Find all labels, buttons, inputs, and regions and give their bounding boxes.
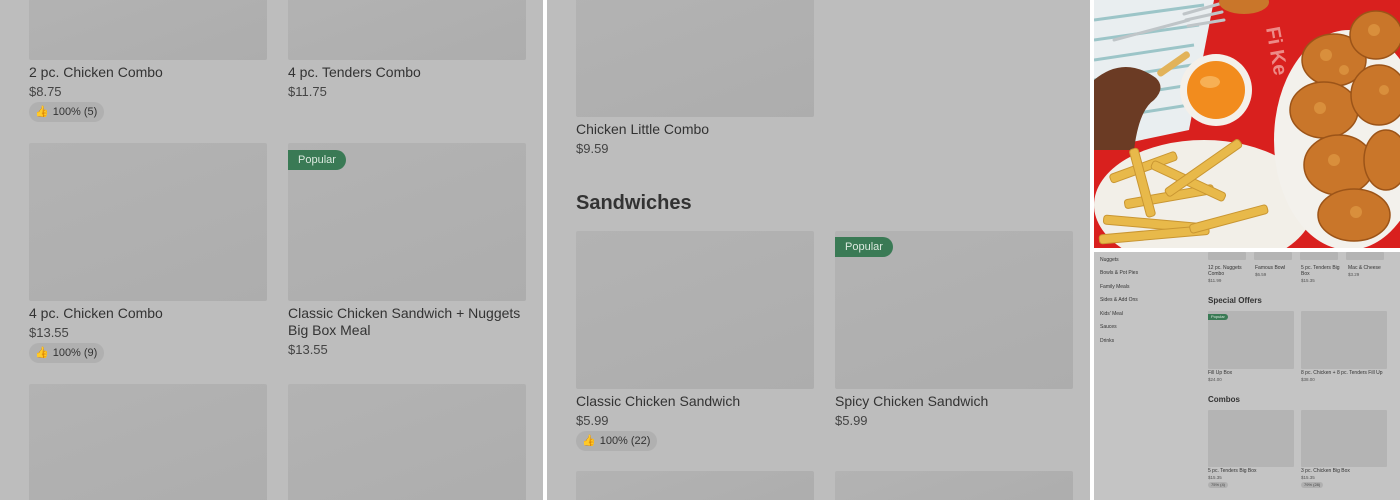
item-price: $13.55 (288, 342, 328, 357)
item-name[interactable]: 3 pc. Chicken Big Box (1301, 468, 1350, 474)
item-image[interactable] (576, 471, 814, 500)
category-link[interactable]: Bowls & Pot Pies (1100, 270, 1138, 276)
item-price: $6.59 (1255, 272, 1267, 277)
item-name[interactable]: Famous Bowl (1255, 265, 1297, 271)
thumbs-up-icon: 👍 (35, 106, 49, 118)
item-name[interactable]: Spicy Chicken Sandwich (835, 393, 988, 410)
rating-badge: 👍 100% (5) (29, 102, 105, 122)
item-image[interactable] (1301, 311, 1387, 369)
item-price: $15.35 (1301, 278, 1315, 283)
item-image[interactable] (29, 384, 267, 500)
item-price: $11.99 (1208, 278, 1222, 283)
item-image[interactable] (576, 231, 814, 389)
item-image[interactable] (29, 0, 267, 60)
item-image[interactable] (1346, 252, 1384, 260)
menu-panel-middle: Chicken Little Combo $9.59 Sandwiches Po… (547, 0, 1090, 500)
rating-badge: 79% (28) (1301, 482, 1324, 488)
popular-badge: Popular (288, 150, 346, 170)
item-image[interactable] (29, 143, 267, 301)
item-name[interactable]: Mac & Cheese (1348, 265, 1392, 271)
mini-menu: Nuggets Bowls & Pot Pies Family Meals Si… (1094, 252, 1400, 500)
section-title-special-offers: Special Offers (1208, 296, 1262, 305)
item-name[interactable]: Fill Up Box (1208, 370, 1232, 376)
item-price: $3.29 (1348, 272, 1360, 277)
rating-badge: 👍 100% (22) (576, 431, 658, 451)
item-name[interactable]: 4 pc. Chicken Combo (29, 305, 163, 322)
food-photo-illustration: Fi Ke (1094, 0, 1400, 248)
item-image[interactable] (288, 384, 526, 500)
item-price: $24.00 (1208, 377, 1222, 382)
item-price: $15.35 (1208, 475, 1222, 480)
item-image[interactable] (835, 471, 1073, 500)
thumbs-up-icon: 👍 (35, 347, 49, 359)
section-title-combos: Combos (1208, 395, 1240, 404)
thumbs-up-icon: 👍 (582, 435, 596, 447)
item-name[interactable]: Classic Chicken Sandwich (576, 393, 740, 410)
store-preview-panel: Fi Ke Nuggets Bowls & Pot Pies Family Me… (1094, 0, 1400, 500)
rating-badge: 👍 100% (9) (29, 343, 105, 363)
category-link[interactable]: Sides & Add Ons (1100, 297, 1138, 303)
item-name[interactable]: Chicken Little Combo (576, 121, 709, 138)
popular-badge: Popular (1208, 314, 1228, 320)
category-link[interactable]: Drinks (1100, 338, 1114, 344)
item-price: $11.75 (288, 84, 327, 99)
category-link[interactable]: Kids' Meal (1100, 311, 1123, 317)
item-price: $5.99 (576, 413, 609, 428)
category-link[interactable]: Nuggets (1100, 257, 1119, 263)
popular-badge: Popular (835, 237, 893, 257)
item-image[interactable] (1254, 252, 1292, 260)
rating-text: 100% (22) (599, 435, 651, 447)
item-price: $38.00 (1301, 377, 1315, 382)
item-name[interactable]: 4 pc. Tenders Combo (288, 64, 421, 81)
rating-badge: 75% (4) (1208, 482, 1229, 488)
item-image[interactable] (288, 0, 526, 60)
item-price: $8.75 (29, 84, 62, 99)
item-image[interactable] (1208, 410, 1294, 467)
food-photo: Fi Ke (1094, 0, 1400, 248)
item-price: $9.59 (576, 141, 609, 156)
item-price: $5.99 (835, 413, 868, 428)
item-name[interactable]: 5 pc. Tenders Big Box (1208, 468, 1257, 474)
item-name[interactable]: 2 pc. Chicken Combo (29, 64, 163, 81)
item-name[interactable]: 8 pc. Chicken + 8 pc. Tenders Fill Up (1301, 370, 1382, 376)
item-price: $13.55 (29, 325, 69, 340)
item-image[interactable] (576, 0, 814, 117)
category-link[interactable]: Sauces (1100, 324, 1117, 330)
item-price: $15.35 (1301, 475, 1315, 480)
item-name[interactable]: 5 pc. Tenders Big Box (1301, 265, 1345, 277)
item-name[interactable]: Classic Chicken Sandwich + Nuggets Big B… (288, 305, 528, 339)
item-image[interactable] (1300, 252, 1338, 260)
item-image[interactable] (1301, 410, 1387, 467)
rating-text: 100% (9) (52, 347, 98, 359)
section-title-sandwiches: Sandwiches (576, 192, 692, 214)
item-image[interactable] (1208, 252, 1246, 260)
rating-text: 100% (5) (52, 106, 98, 118)
item-name[interactable]: 12 pc. Nuggets Combo (1208, 265, 1250, 277)
category-link[interactable]: Family Meals (1100, 284, 1129, 290)
menu-panel-left: 2 pc. Chicken Combo $8.75 👍 100% (5) 4 p… (0, 0, 543, 500)
